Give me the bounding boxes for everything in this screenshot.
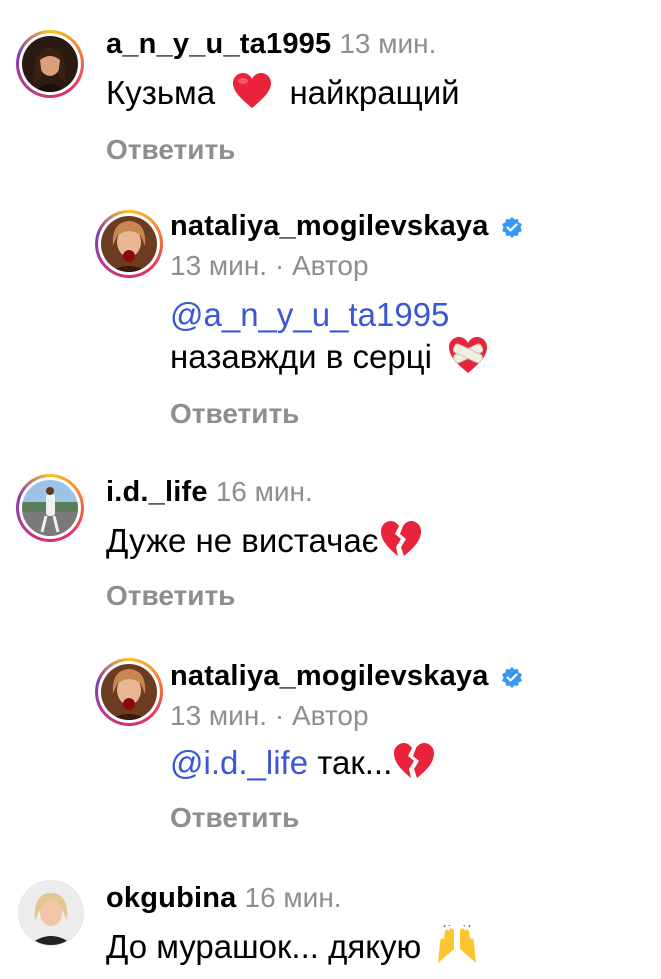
comment-text: Дуже не вистачає <box>106 520 421 563</box>
comment-text-part: Дуже не вистачає <box>106 522 379 559</box>
mending-heart-icon <box>449 337 488 374</box>
reply-item: nataliya_mogilevskaya 13 мин. · Автор @i… <box>0 640 661 850</box>
comment-text: Кузьма найкращий <box>106 72 460 114</box>
avatar-story-ring[interactable] <box>16 30 84 98</box>
comment-time: 16 мин. <box>244 882 342 913</box>
reply-button[interactable]: Ответить <box>106 580 235 612</box>
comment-username[interactable]: i.d._life <box>106 476 208 508</box>
comment-text: @i.d._life так... <box>170 742 435 785</box>
comment-text-part: назавжди в серці <box>170 338 432 375</box>
avatar <box>101 216 157 272</box>
avatar-border <box>19 33 81 95</box>
mention-link[interactable]: @i.d._life <box>170 744 308 781</box>
avatar-border <box>19 881 83 945</box>
avatar-story-ring[interactable] <box>95 658 163 726</box>
avatar-border <box>98 213 160 275</box>
red-heart-icon <box>233 73 272 109</box>
comment-header: a_n_y_u_ta1995 13 мин. <box>106 28 436 61</box>
comment-username[interactable]: okgubina <box>106 882 237 914</box>
comment-item: okgubina 16 мин. До мурашок... дякую <box>0 870 661 979</box>
comment-item: i.d._life 16 мин. Дуже не вистачає Ответи… <box>0 460 661 620</box>
comment-text-part: До мурашок... дякую <box>106 928 422 965</box>
avatar <box>22 36 78 92</box>
comment-text-part: найкращий <box>289 74 460 111</box>
comment-text: назавжди в серці <box>170 336 489 379</box>
avatar-border <box>19 477 81 539</box>
avatar[interactable] <box>18 880 84 946</box>
comment-text-part: Кузьма <box>106 74 216 111</box>
comment-header: okgubina 16 мин. <box>106 882 342 915</box>
reply-button[interactable]: Ответить <box>106 134 235 166</box>
comment-time: 13 мин. <box>339 28 437 59</box>
comment-time: 16 мин. <box>215 476 313 507</box>
comment-meta: 13 мин. · Автор <box>170 700 369 731</box>
comment-header: nataliya_mogilevskaya <box>170 210 523 243</box>
comment-text: @a_n_y_u_ta1995 <box>170 294 449 336</box>
comment-text: До мурашок... дякую <box>106 925 480 969</box>
verified-badge-icon <box>502 666 523 688</box>
avatar-story-ring[interactable] <box>95 210 163 278</box>
avatar <box>22 480 78 536</box>
comment-username[interactable]: a_n_y_u_ta1995 <box>106 28 331 60</box>
avatar-image <box>19 881 83 945</box>
comment-header: i.d._life 16 мин. <box>106 476 313 509</box>
reply-button[interactable]: Ответить <box>170 802 299 834</box>
comment-username[interactable]: nataliya_mogilevskaya <box>170 210 489 242</box>
comment-text-part: так... <box>308 744 393 781</box>
comment-username[interactable]: nataliya_mogilevskaya <box>170 660 489 692</box>
verified-badge-icon <box>502 216 523 238</box>
comment-header: nataliya_mogilevskaya <box>170 660 523 693</box>
comment-item: a_n_y_u_ta1995 13 мин. Кузьма найкращий О… <box>0 0 661 175</box>
avatar-story-ring[interactable] <box>16 474 84 542</box>
broken-heart-icon <box>394 743 435 779</box>
mention-link[interactable]: @a_n_y_u_ta1995 <box>170 296 449 333</box>
reply-item: nataliya_mogilevskaya 13 мин. · Автор @a… <box>0 190 661 440</box>
reply-button[interactable]: Ответить <box>170 398 299 430</box>
avatar <box>101 664 157 720</box>
avatar-border <box>98 661 160 723</box>
broken-heart-icon <box>380 521 421 557</box>
raising-hands-icon <box>438 925 477 964</box>
comment-meta: 13 мин. · Автор <box>170 250 369 281</box>
